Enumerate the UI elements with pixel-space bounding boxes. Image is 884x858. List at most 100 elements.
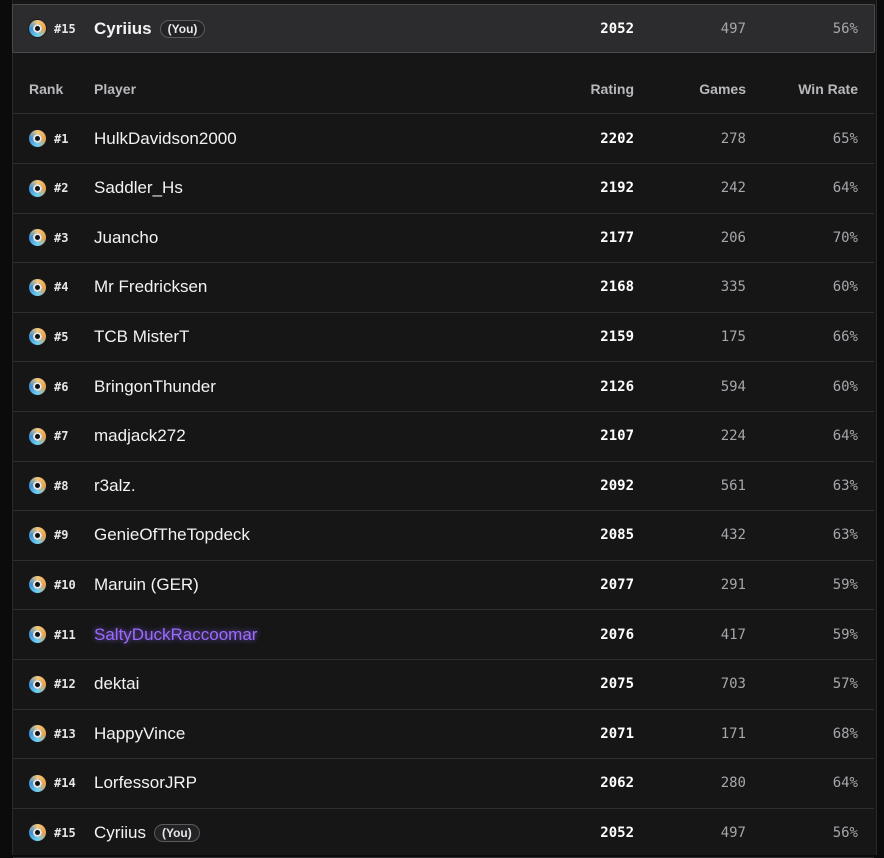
rating-value: 2192 xyxy=(600,180,634,197)
rank-medal-icon xyxy=(29,278,46,296)
header-win-rate[interactable]: Win Rate xyxy=(758,65,858,113)
table-row[interactable]: #15 Cyriius (You) 2052 497 56% xyxy=(13,808,874,858)
win-rate-value: 63% xyxy=(832,527,858,544)
you-badge: (You) xyxy=(159,19,206,38)
rank-number: #1 xyxy=(54,131,69,146)
rank-number: #2 xyxy=(54,181,69,196)
header-player[interactable]: Player xyxy=(94,65,534,113)
player-name[interactable]: madjack272 xyxy=(94,426,186,446)
header-games-label: Games xyxy=(699,81,746,97)
table-row[interactable]: #14 LorfessorJRP 2062 280 64% xyxy=(13,759,874,809)
rank-number: #8 xyxy=(54,478,69,493)
rank-number: #4 xyxy=(54,280,69,295)
table-row[interactable]: #7 madjack272 2107 224 64% xyxy=(13,412,874,462)
rank-medal-icon xyxy=(29,427,46,445)
rank-cell: #13 xyxy=(29,709,99,758)
player-name[interactable]: Cyriius xyxy=(94,19,152,39)
games-cell: 171 xyxy=(653,709,746,758)
player-cell: Saddler_Hs xyxy=(94,164,534,213)
header-rank[interactable]: Rank xyxy=(29,65,99,113)
table-row[interactable]: #9 GenieOfTheTopdeck 2085 432 63% xyxy=(13,511,874,561)
win-rate-value: 66% xyxy=(832,328,858,345)
table-row[interactable]: #5 TCB MisterT 2159 175 66% xyxy=(13,312,874,363)
rank-medal-icon xyxy=(29,675,46,693)
rating-value: 2077 xyxy=(600,576,634,593)
rank-medal-icon xyxy=(29,576,46,594)
header-rank-label: Rank xyxy=(29,81,64,97)
rank-number: #13 xyxy=(54,726,76,741)
table-row[interactable]: #11 SaltyDuckRaccoomar 2076 417 59% xyxy=(13,610,874,660)
rank-number: #15 xyxy=(54,825,76,840)
rank-cell: #1 xyxy=(29,114,99,163)
rating-value: 2092 xyxy=(600,477,634,494)
table-row[interactable]: #1 HulkDavidson2000 2202 278 65% xyxy=(13,114,874,164)
player-cell: TCB MisterT xyxy=(94,312,534,361)
win-rate-value: 60% xyxy=(832,378,858,395)
rating-value: 2177 xyxy=(600,229,634,246)
player-name[interactable]: r3alz. xyxy=(94,476,136,496)
player-name[interactable]: BringonThunder xyxy=(94,377,216,397)
rank-medal-icon xyxy=(29,378,46,395)
win-rate-cell: 66% xyxy=(758,312,858,361)
player-name[interactable]: Maruin (GER) xyxy=(94,575,199,595)
rank-cell: #6 xyxy=(29,362,99,411)
player-name[interactable]: Cyriius xyxy=(94,823,146,843)
player-name[interactable]: HulkDavidson2000 xyxy=(94,129,237,149)
rank-cell: #15 xyxy=(29,5,99,52)
rank-medal-icon xyxy=(29,774,46,792)
player-name[interactable]: LorfessorJRP xyxy=(94,773,197,793)
header-games[interactable]: Games xyxy=(653,65,746,113)
player-name[interactable]: Mr Fredricksen xyxy=(94,277,207,297)
games-value: 417 xyxy=(720,626,746,643)
win-rate-value: 64% xyxy=(832,775,858,792)
games-value: 175 xyxy=(720,328,746,345)
player-name[interactable]: HappyVince xyxy=(94,724,185,744)
rank-cell: #2 xyxy=(29,164,99,213)
rank-medal-icon xyxy=(29,626,46,643)
rank-medal-icon xyxy=(29,328,46,346)
win-rate-cell: 65% xyxy=(758,114,858,163)
player-name[interactable]: SaltyDuckRaccoomar xyxy=(94,625,257,645)
win-rate-value: 59% xyxy=(832,576,858,593)
win-rate-value: 64% xyxy=(832,180,858,197)
player-name[interactable]: GenieOfTheTopdeck xyxy=(94,525,250,545)
player-cell: Mr Fredricksen xyxy=(94,263,534,312)
player-cell: BringonThunder xyxy=(94,362,534,411)
rating-cell: 2085 xyxy=(533,511,634,560)
table-row[interactable]: #2 Saddler_Hs 2192 242 64% xyxy=(13,164,874,214)
rating-cell: 2076 xyxy=(533,610,634,659)
rating-value: 2062 xyxy=(600,775,634,792)
table-header: Rank Player Rating Games Win Rate xyxy=(13,65,874,114)
win-rate-cell: 56% xyxy=(758,808,858,857)
win-rate-value: 59% xyxy=(832,626,858,643)
header-rating[interactable]: Rating xyxy=(533,65,634,113)
table-row[interactable]: #8 r3alz. 2092 561 63% xyxy=(13,461,874,512)
player-cell: GenieOfTheTopdeck xyxy=(94,511,534,560)
player-cell: LorfessorJRP xyxy=(94,759,534,808)
rank-cell: #11 xyxy=(29,610,99,659)
table-row[interactable]: #12 dektai 2075 703 57% xyxy=(13,660,874,710)
player-name[interactable]: Juancho xyxy=(94,228,158,248)
rating-cell: 2052 xyxy=(533,808,634,857)
rating-cell: 2092 xyxy=(533,461,634,510)
table-row[interactable]: #10 Maruin (GER) 2077 291 59% xyxy=(13,560,874,611)
table-row[interactable]: #6 BringonThunder 2126 594 60% xyxy=(13,362,874,412)
player-name[interactable]: Saddler_Hs xyxy=(94,178,183,198)
header-win-rate-label: Win Rate xyxy=(798,81,858,97)
table-row[interactable]: #3 Juancho 2177 206 70% xyxy=(13,213,874,264)
rank-number: #3 xyxy=(54,230,69,245)
player-name[interactable]: dektai xyxy=(94,674,139,694)
rank-cell: #12 xyxy=(29,660,99,709)
header-rating-label: Rating xyxy=(590,81,634,97)
games-cell: 278 xyxy=(653,114,746,163)
win-rate-value: 70% xyxy=(832,229,858,246)
games-value: 171 xyxy=(720,725,746,742)
table-row[interactable]: #13 HappyVince 2071 171 68% xyxy=(13,709,874,760)
games-value: 497 xyxy=(720,20,746,37)
rating-value: 2168 xyxy=(600,279,634,296)
rank-number: #10 xyxy=(54,577,76,592)
pinned-current-user-row[interactable]: #15 Cyriius (You) 2052 497 56% xyxy=(12,4,875,53)
player-cell: r3alz. xyxy=(94,461,534,510)
table-row[interactable]: #4 Mr Fredricksen 2168 335 60% xyxy=(13,263,874,313)
player-name[interactable]: TCB MisterT xyxy=(94,327,189,347)
